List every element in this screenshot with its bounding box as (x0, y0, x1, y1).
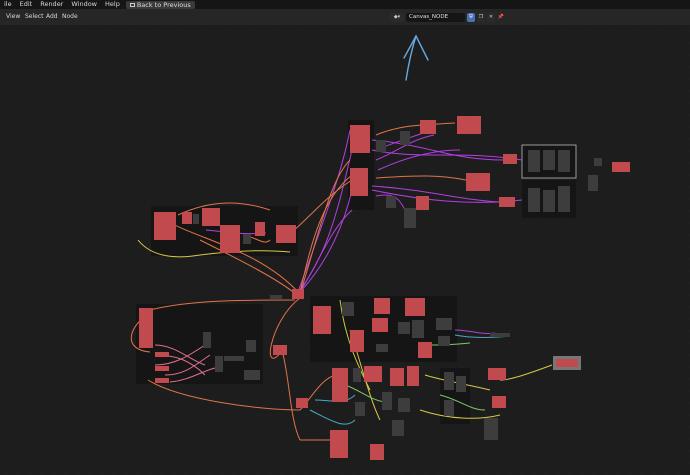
node[interactable] (456, 376, 466, 392)
node[interactable] (499, 197, 515, 207)
node[interactable] (255, 222, 265, 236)
node[interactable] (444, 400, 454, 416)
node[interactable] (155, 366, 169, 371)
node[interactable] (139, 308, 153, 348)
node[interactable] (543, 190, 555, 212)
node[interactable] (244, 370, 260, 380)
node[interactable] (376, 344, 388, 352)
node[interactable] (350, 125, 370, 153)
node[interactable] (484, 418, 498, 440)
node[interactable] (418, 342, 432, 358)
node[interactable] (350, 330, 364, 352)
frame-left-lower[interactable] (136, 304, 263, 384)
node[interactable] (398, 398, 410, 412)
node[interactable] (412, 320, 424, 338)
node[interactable] (457, 116, 481, 134)
node[interactable] (503, 154, 517, 164)
node[interactable] (438, 336, 450, 346)
node[interactable] (353, 368, 361, 382)
node[interactable] (466, 173, 490, 191)
node[interactable] (594, 158, 602, 166)
node-graph (130, 34, 630, 460)
node[interactable] (488, 368, 506, 380)
node[interactable] (372, 318, 388, 332)
node[interactable] (558, 150, 570, 172)
node[interactable] (492, 396, 506, 408)
node[interactable] (202, 208, 220, 226)
node[interactable] (203, 332, 211, 348)
node[interactable] (588, 175, 598, 191)
node[interactable] (276, 225, 296, 243)
node[interactable] (612, 162, 630, 172)
node[interactable] (543, 150, 555, 170)
node[interactable] (490, 333, 510, 337)
node[interactable] (376, 140, 386, 152)
node[interactable] (444, 372, 454, 390)
node[interactable] (193, 214, 199, 224)
node[interactable] (390, 368, 404, 386)
node[interactable] (273, 345, 287, 355)
node[interactable] (436, 318, 452, 330)
node[interactable] (416, 196, 429, 210)
node[interactable] (330, 430, 348, 458)
node[interactable] (332, 368, 348, 402)
node[interactable] (370, 444, 384, 460)
node[interactable] (355, 402, 365, 416)
node[interactable] (224, 356, 244, 361)
node[interactable] (556, 359, 578, 367)
node[interactable] (292, 289, 304, 299)
node[interactable] (155, 378, 169, 383)
node[interactable] (558, 186, 570, 212)
node[interactable] (296, 398, 308, 408)
node[interactable] (420, 120, 436, 134)
node[interactable] (528, 150, 540, 172)
node[interactable] (270, 295, 282, 299)
node[interactable] (215, 356, 223, 372)
node[interactable] (220, 225, 240, 253)
node[interactable] (400, 131, 410, 145)
node[interactable] (350, 168, 368, 196)
node[interactable] (386, 196, 396, 208)
node[interactable] (313, 306, 331, 334)
node[interactable] (528, 188, 540, 212)
node[interactable] (342, 302, 354, 316)
node[interactable] (243, 234, 251, 244)
node[interactable] (405, 298, 425, 316)
node[interactable] (364, 366, 382, 382)
node[interactable] (398, 322, 410, 334)
node[interactable] (404, 208, 416, 228)
node[interactable] (374, 298, 390, 314)
node[interactable] (155, 352, 169, 357)
annotation-arrow (403, 34, 429, 81)
node[interactable] (154, 212, 176, 240)
node[interactable] (407, 366, 419, 386)
node[interactable] (392, 420, 404, 436)
node[interactable] (182, 212, 192, 224)
node[interactable] (246, 340, 256, 352)
node[interactable] (382, 392, 392, 410)
